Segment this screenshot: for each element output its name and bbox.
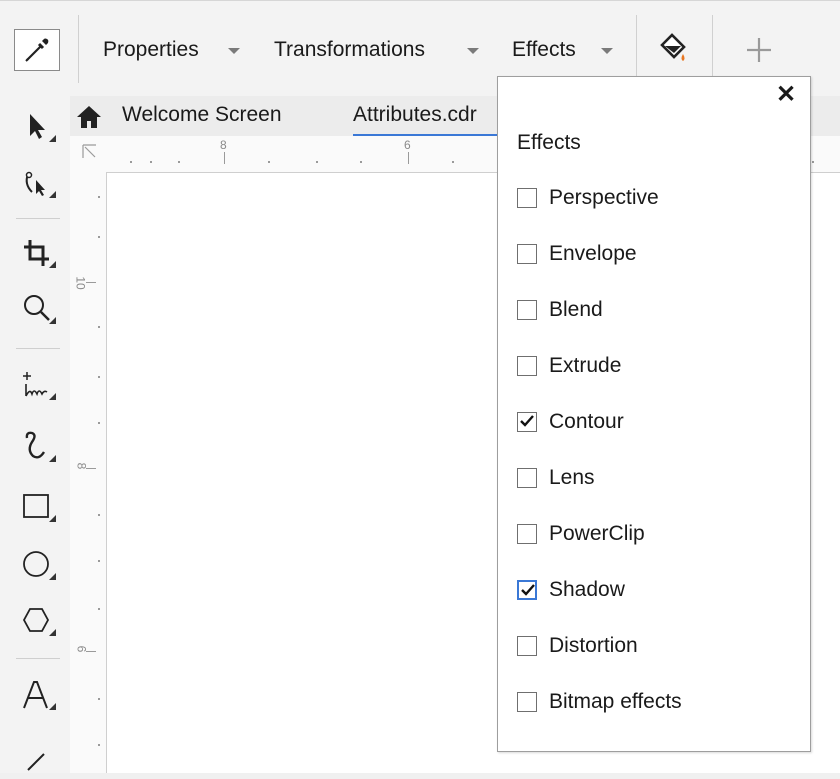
checkbox[interactable] xyxy=(517,412,537,432)
checkbox-label: Perspective xyxy=(549,186,659,209)
effects-menu[interactable]: Effects xyxy=(512,37,576,63)
home-icon[interactable] xyxy=(76,105,102,129)
checkbox-label: Extrude xyxy=(549,354,622,377)
popup-title: Effects xyxy=(517,131,581,154)
ruler-label: 10 xyxy=(73,276,88,290)
transformations-menu[interactable]: Transformations xyxy=(274,37,425,63)
ruler-label: 8 xyxy=(220,138,227,152)
chevron-down-icon[interactable] xyxy=(467,48,479,54)
close-icon[interactable]: ✕ xyxy=(776,83,796,107)
plus-icon[interactable] xyxy=(744,35,774,65)
freehand-tool[interactable] xyxy=(20,368,56,402)
checkbox[interactable] xyxy=(517,692,537,712)
text-tool[interactable] xyxy=(20,678,56,712)
polygon-tool[interactable] xyxy=(20,604,56,638)
checkbox-label: Blend xyxy=(549,298,603,321)
tab-label: Attributes.cdr xyxy=(353,103,477,126)
tab-welcome-screen[interactable]: Welcome Screen xyxy=(122,96,282,136)
line-tool-icon xyxy=(27,753,45,771)
checkbox-label: Lens xyxy=(549,466,595,489)
crop-tool[interactable] xyxy=(20,236,56,270)
checkbox-label: Envelope xyxy=(549,242,637,265)
line-tool[interactable] xyxy=(20,740,54,774)
effects-popup: ✕ Effects Perspective Envelope Blend Extrud… xyxy=(497,76,811,752)
chevron-down-icon[interactable] xyxy=(601,48,613,54)
rectangle-tool[interactable] xyxy=(20,490,56,524)
checkbox-label: Contour xyxy=(549,410,624,433)
eyedropper-icon xyxy=(25,38,49,62)
tab-label: Welcome Screen xyxy=(122,103,282,126)
checkbox[interactable] xyxy=(517,468,537,488)
ruler-origin-icon[interactable] xyxy=(80,142,104,164)
checkbox[interactable] xyxy=(517,580,537,600)
vertical-ruler[interactable]: 10 8 6 xyxy=(70,172,107,773)
checkbox[interactable] xyxy=(517,636,537,656)
ellipse-tool[interactable] xyxy=(20,548,56,582)
toolbox xyxy=(0,96,71,773)
pick-tool[interactable] xyxy=(20,110,56,144)
checkbox[interactable] xyxy=(517,188,537,208)
checkbox-label: Bitmap effects xyxy=(549,690,682,713)
checkbox[interactable] xyxy=(517,356,537,376)
chevron-down-icon[interactable] xyxy=(228,48,240,54)
checkbox-label: PowerClip xyxy=(549,522,645,545)
eyedropper-button[interactable] xyxy=(14,29,60,71)
shape-tool[interactable] xyxy=(20,166,56,200)
properties-menu[interactable]: Properties xyxy=(103,37,199,63)
checkbox[interactable] xyxy=(517,524,537,544)
checkmark-icon xyxy=(520,415,534,427)
checkmark-icon xyxy=(521,584,535,596)
checkbox[interactable] xyxy=(517,244,537,264)
artistic-media-tool[interactable] xyxy=(20,430,56,464)
zoom-tool[interactable] xyxy=(20,292,56,326)
checkbox-label: Shadow xyxy=(549,578,625,601)
ruler-label: 6 xyxy=(404,138,411,152)
checkbox[interactable] xyxy=(517,300,537,320)
fill-bucket-icon[interactable] xyxy=(655,32,691,66)
tab-attributes-cdr[interactable]: Attributes.cdr xyxy=(353,96,500,136)
checkbox-label: Distortion xyxy=(549,634,638,657)
